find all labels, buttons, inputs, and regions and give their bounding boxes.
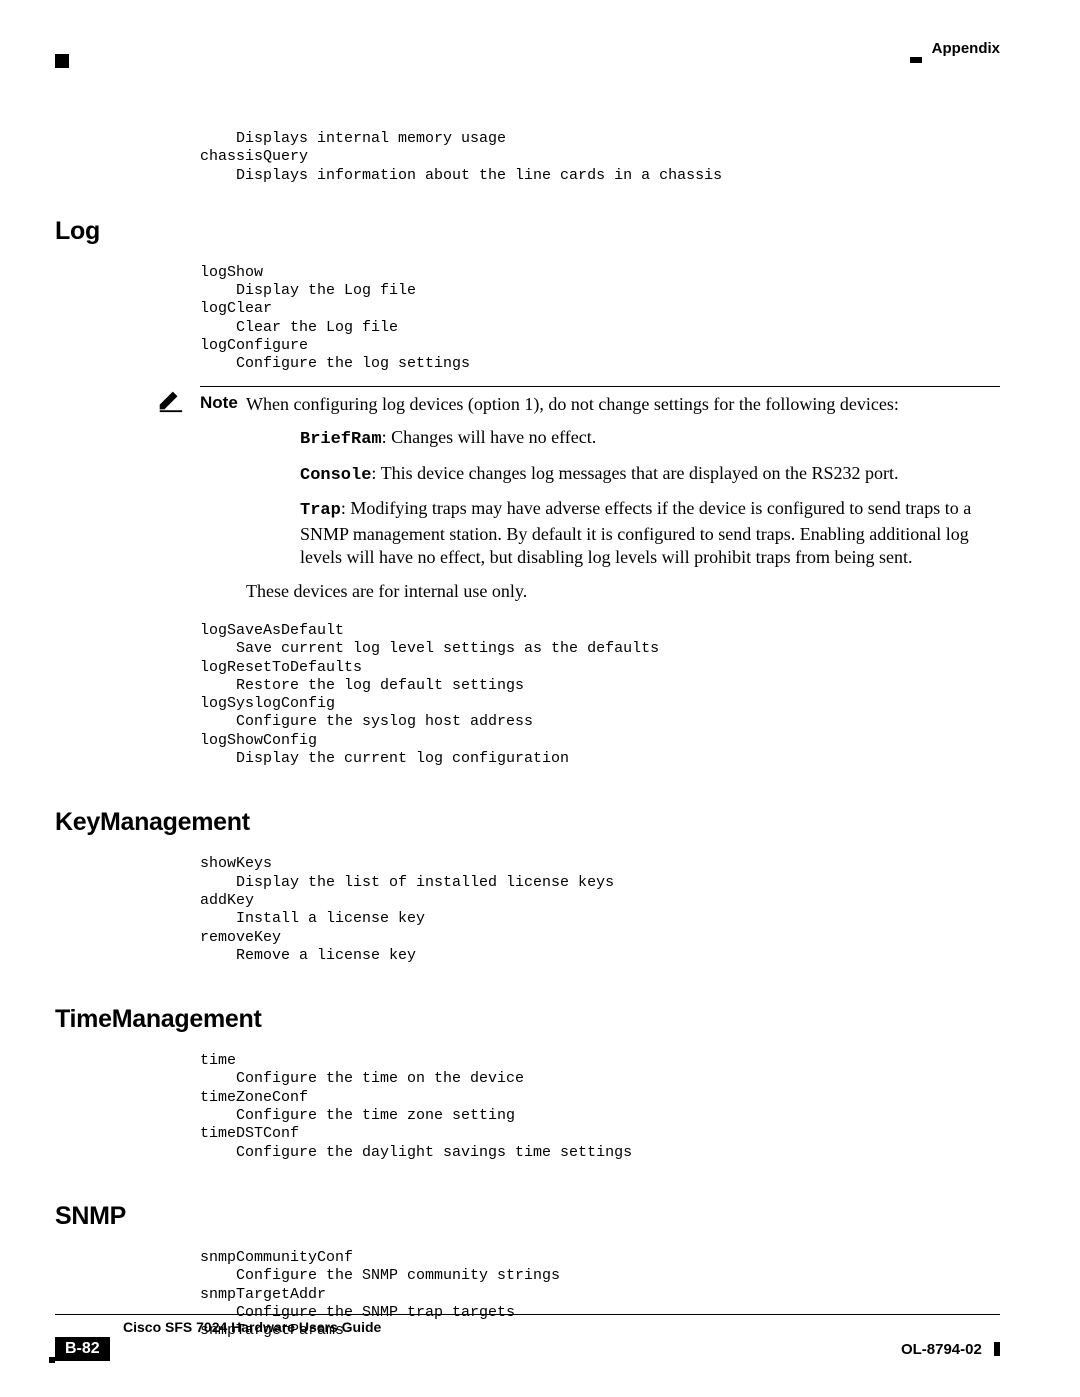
page-footer: Cisco SFS 7024 Hardware Users Guide B-82… [55,1314,1000,1363]
section-heading-timemgmt: TimeManagement [55,1005,1000,1034]
note-console-text: : This device changes log messages that … [371,463,898,483]
section-heading-keymgmt: KeyManagement [55,808,1000,837]
note-intro: When configuring log devices (option 1),… [246,394,899,414]
note-body: When configuring log devices (option 1),… [246,393,1000,614]
log-code-block-2: logSaveAsDefault Save current log level … [200,622,1000,768]
note-trap-cmd: Trap [300,501,341,520]
note-trap-text: : Modifying traps may have adverse effec… [300,498,971,567]
note-rule [200,386,1000,387]
footer-rule [55,1314,1000,1315]
decorative-bar [910,57,922,63]
footer-title: Cisco SFS 7024 Hardware Users Guide [123,1319,1000,1335]
pencil-icon [156,386,186,414]
header-appendix-label: Appendix [932,40,1000,57]
note-label: Note [200,393,246,413]
decorative-box [55,54,69,68]
keymgmt-code-block: showKeys Display the list of installed l… [200,855,1000,965]
note-block: Note When configuring log devices (optio… [200,386,1000,614]
doc-number: OL-8794-02 [901,1341,982,1358]
intro-code-block: Displays internal memory usage chassisQu… [200,130,1000,185]
note-briefram-text: : Changes will have no effect. [382,427,597,447]
timemgmt-code-block: time Configure the time on the device ti… [200,1052,1000,1162]
note-tail: These devices are for internal use only. [246,581,527,601]
section-heading-log: Log [55,217,1000,246]
section-heading-snmp: SNMP [55,1202,1000,1231]
note-briefram-cmd: BriefRam [300,430,382,449]
log-code-block-1: logShow Display the Log file logClear Cl… [200,264,1000,374]
page-number: B-82 [55,1337,110,1361]
note-console-cmd: Console [300,466,371,485]
decorative-bar [994,1342,1000,1356]
decorative-box [49,1357,55,1363]
page-header: Appendix [55,40,1000,68]
